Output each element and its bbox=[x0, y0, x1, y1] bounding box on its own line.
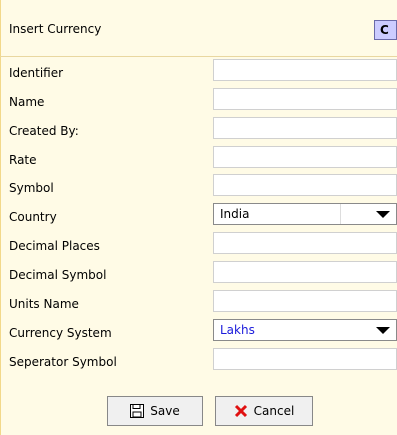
created-by-field[interactable] bbox=[213, 117, 397, 139]
cancel-button-label: Cancel bbox=[253, 404, 295, 418]
name-field[interactable] bbox=[213, 88, 397, 110]
currency-system-select[interactable]: Lakhs bbox=[213, 319, 397, 341]
cancel-button[interactable]: Cancel bbox=[215, 396, 313, 426]
chevron-down-icon bbox=[376, 211, 390, 218]
symbol-field[interactable] bbox=[213, 174, 397, 196]
rate-field[interactable] bbox=[213, 146, 397, 168]
label-country: Country bbox=[9, 210, 57, 224]
save-button[interactable]: Save bbox=[107, 396, 203, 426]
label-identifier: Identifier bbox=[9, 66, 64, 80]
separator-symbol-field[interactable] bbox=[213, 348, 397, 370]
floppy-disk-icon bbox=[130, 404, 145, 418]
select-divider bbox=[340, 204, 341, 224]
country-select[interactable]: India bbox=[213, 203, 397, 225]
dialog-title: Insert Currency bbox=[9, 22, 102, 36]
dialog-header: Insert Currency C bbox=[0, 0, 397, 57]
label-units-name: Units Name bbox=[9, 297, 79, 311]
save-button-label: Save bbox=[150, 404, 180, 418]
identifier-field[interactable] bbox=[213, 59, 397, 81]
units-name-field[interactable] bbox=[213, 290, 397, 312]
label-currency-system: Currency System bbox=[9, 326, 112, 340]
label-symbol: Symbol bbox=[9, 181, 54, 195]
decimal-places-field[interactable] bbox=[213, 232, 397, 254]
label-rate: Rate bbox=[9, 153, 37, 167]
close-icon bbox=[234, 404, 248, 418]
currency-system-value: Lakhs bbox=[220, 323, 255, 337]
label-created-by: Created By: bbox=[9, 124, 79, 138]
label-decimal-symbol: Decimal Symbol bbox=[9, 268, 107, 282]
decimal-symbol-field[interactable] bbox=[213, 261, 397, 283]
corner-button[interactable]: C bbox=[374, 20, 397, 40]
label-name: Name bbox=[9, 95, 45, 109]
label-separator-symbol: Seperator Symbol bbox=[9, 355, 117, 369]
country-select-value: India bbox=[220, 207, 250, 221]
label-decimal-places: Decimal Places bbox=[9, 239, 100, 253]
chevron-down-icon bbox=[376, 327, 390, 334]
